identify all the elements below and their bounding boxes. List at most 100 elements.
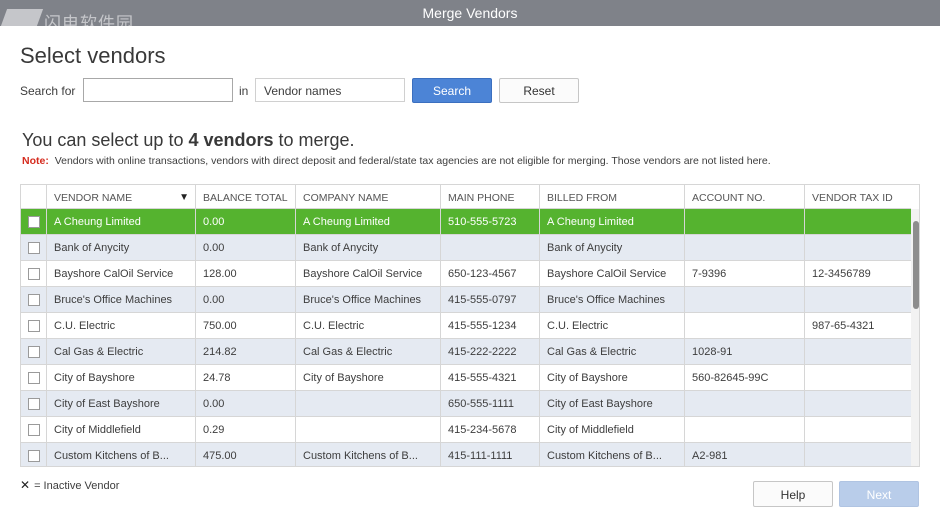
main-phone-cell: 415-555-4321 [441,365,540,390]
row-checkbox[interactable] [28,216,40,228]
billed-from-cell: Bayshore CalOil Service [540,261,685,286]
scrollbar-thumb[interactable] [913,221,919,309]
row-checkbox[interactable] [28,268,40,280]
vendor-tax-id-cell [805,287,911,312]
search-button[interactable]: Search [412,78,492,103]
note-text: Vendors with online transactions, vendor… [54,155,771,167]
table-row[interactable]: City of Middlefield 0.29 415-234-5678 Ci… [21,417,911,443]
row-select-cell [21,313,47,338]
company-name-cell: City of Bayshore [296,365,441,390]
company-name-cell: Bayshore CalOil Service [296,261,441,286]
column-header-company-name[interactable]: COMPANY NAME [296,185,441,209]
row-checkbox[interactable] [28,242,40,254]
row-select-cell [21,391,47,416]
column-header-billed-from[interactable]: BILLED FROM [540,185,685,209]
inactive-vendor-legend: ✕ = Inactive Vendor [20,478,119,492]
row-checkbox[interactable] [28,320,40,332]
vendor-name-cell: Custom Kitchens of B... [47,443,196,466]
vendor-name-cell: Cal Gas & Electric [47,339,196,364]
account-no-cell: 1028-91 [685,339,805,364]
vendor-name-cell: A Cheung Limited [47,209,196,234]
billed-from-cell: C.U. Electric [540,313,685,338]
balance-total-cell: 0.00 [196,391,296,416]
row-checkbox[interactable] [28,398,40,410]
selection-limit-text: You can select up to 4 vendors to merge. [22,130,355,151]
vendor-tax-id-cell [805,365,911,390]
company-name-cell [296,417,441,442]
balance-total-cell: 24.78 [196,365,296,390]
table-row[interactable]: Bruce's Office Machines 0.00 Bruce's Off… [21,287,911,313]
next-button[interactable]: Next [839,481,919,507]
row-checkbox[interactable] [28,294,40,306]
balance-total-cell: 0.00 [196,235,296,260]
table-row[interactable]: C.U. Electric 750.00 C.U. Electric 415-5… [21,313,911,339]
balance-total-cell: 750.00 [196,313,296,338]
balance-total-cell: 128.00 [196,261,296,286]
main-phone-cell: 415-555-0797 [441,287,540,312]
selection-limit-count: 4 vendors [188,130,274,150]
main-phone-cell: 415-234-5678 [441,417,540,442]
row-select-cell [21,365,47,390]
title-bar: 闪电软件园 Merge Vendors [0,0,940,33]
table-row[interactable]: A Cheung Limited 0.00 A Cheung Limited 5… [21,209,911,235]
in-label: in [239,84,249,98]
main-phone-cell: 650-123-4567 [441,261,540,286]
search-field-select[interactable]: Vendor names [255,78,405,102]
column-header-main-phone[interactable]: MAIN PHONE [441,185,540,209]
vendor-tax-id-cell [805,339,911,364]
reset-button[interactable]: Reset [499,78,579,103]
vendor-tax-id-cell [805,443,911,466]
main-phone-cell: 415-555-1234 [441,313,540,338]
billed-from-cell: Cal Gas & Electric [540,339,685,364]
vendor-tax-id-cell [805,209,911,234]
x-icon: ✕ [20,478,31,492]
column-header-balance-total[interactable]: BALANCE TOTAL [196,185,296,209]
table-row[interactable]: City of Bayshore 24.78 City of Bayshore … [21,365,911,391]
table-row[interactable]: Bank of Anycity 0.00 Bank of Anycity Ban… [21,235,911,261]
row-checkbox[interactable] [28,346,40,358]
table-scrollbar[interactable] [911,209,919,466]
sort-desc-icon: ▼ [179,192,189,203]
search-label: Search for [20,84,76,98]
company-name-cell: Bruce's Office Machines [296,287,441,312]
billed-from-cell: City of East Bayshore [540,391,685,416]
table-row[interactable]: Cal Gas & Electric 214.82 Cal Gas & Elec… [21,339,911,365]
search-input[interactable] [83,78,233,102]
row-checkbox[interactable] [28,424,40,436]
column-header-vendor-name[interactable]: VENDOR NAME ▼ [47,185,196,209]
company-name-cell: Bank of Anycity [296,235,441,260]
table-header: VENDOR NAME ▼ BALANCE TOTAL COMPANY NAME … [21,185,911,209]
vendor-name-cell: Bruce's Office Machines [47,287,196,312]
billed-from-cell: City of Bayshore [540,365,685,390]
balance-total-cell: 0.29 [196,417,296,442]
vendor-name-cell: C.U. Electric [47,313,196,338]
account-no-cell: 560-82645-99C [685,365,805,390]
table-row[interactable]: Custom Kitchens of B... 475.00 Custom Ki… [21,443,911,466]
main-phone-cell: 510-555-5723 [441,209,540,234]
column-header-vendor-tax-id[interactable]: VENDOR TAX ID [805,185,911,209]
row-checkbox[interactable] [28,372,40,384]
table-row[interactable]: Bayshore CalOil Service 128.00 Bayshore … [21,261,911,287]
company-name-cell: C.U. Electric [296,313,441,338]
account-no-cell [685,287,805,312]
balance-total-cell: 0.00 [196,287,296,312]
vendor-tax-id-cell: 987-65-4321 [812,320,875,332]
row-select-cell [21,339,47,364]
table-body: A Cheung Limited 0.00 A Cheung Limited 5… [21,209,911,466]
column-header-account-no[interactable]: ACCOUNT NO. [685,185,805,209]
account-no-cell: A2-981 [685,443,805,466]
account-no-cell [685,209,805,234]
billed-from-cell: Custom Kitchens of B... [540,443,685,466]
row-select-cell [21,209,47,234]
company-name-cell: A Cheung Limited [296,209,441,234]
billed-from-cell: City of Middlefield [540,417,685,442]
row-checkbox[interactable] [28,450,40,462]
vendor-tax-id-cell [805,235,911,260]
main-phone-cell [441,235,540,260]
account-no-cell [685,391,805,416]
table-row[interactable]: City of East Bayshore 0.00 650-555-1111 … [21,391,911,417]
help-button[interactable]: Help [753,481,833,507]
balance-total-cell: 475.00 [196,443,296,466]
billed-from-cell: Bank of Anycity [540,235,685,260]
vendor-name-cell: City of Middlefield [47,417,196,442]
